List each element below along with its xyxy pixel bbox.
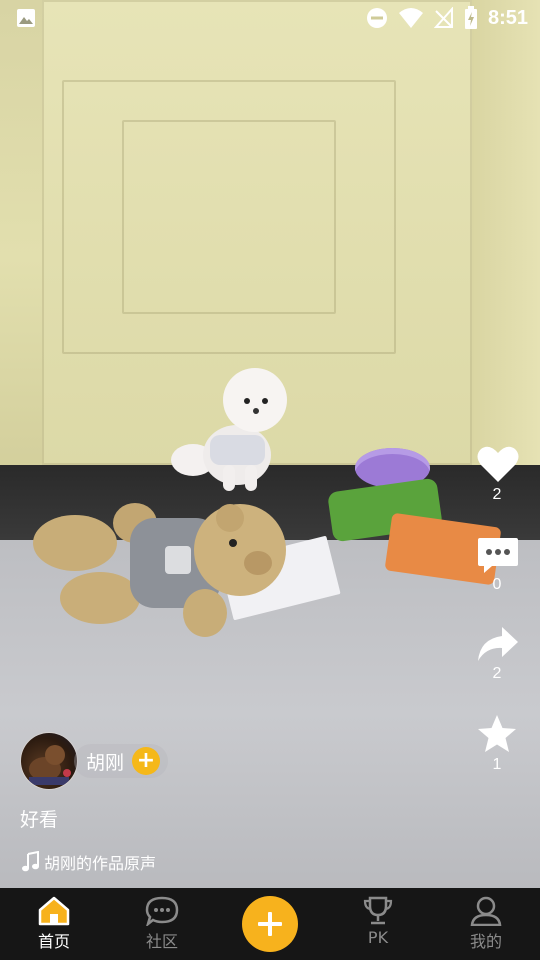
puppy-figure: [171, 368, 287, 491]
plus-icon: [258, 912, 282, 936]
heart-icon: [477, 446, 519, 482]
status-bar: 8:51: [0, 0, 540, 36]
author-name-pill[interactable]: 胡刚 +: [74, 744, 169, 778]
tab-mine-label: 我的: [469, 932, 502, 951]
chat-bubble-icon: [145, 896, 179, 926]
comment-action[interactable]: 0: [476, 536, 518, 594]
music-note-icon: [22, 851, 39, 872]
wifi-icon: [398, 8, 423, 28]
author-info: 胡刚 +: [20, 732, 169, 790]
favorite-action[interactable]: 1: [476, 714, 518, 774]
gallery-notification-icon: [17, 9, 35, 27]
battery-charging-icon: [464, 6, 477, 29]
tab-community[interactable]: 社区: [108, 888, 216, 960]
status-time: 8:51: [487, 6, 528, 29]
video-caption: 好看: [20, 809, 59, 831]
tab-community-label: 社区: [145, 932, 178, 951]
tab-home-label: 首页: [37, 932, 70, 951]
comment-count: 0: [492, 576, 502, 593]
share-action[interactable]: 2: [476, 625, 518, 683]
music-title: 胡刚的作品原声: [44, 854, 157, 873]
music-info[interactable]: 胡刚的作品原声: [20, 850, 156, 874]
avatar-dog-image: [29, 745, 71, 785]
follow-button[interactable]: +: [132, 747, 161, 775]
create-post-button[interactable]: [242, 896, 298, 952]
tab-home[interactable]: 首页: [0, 888, 108, 960]
no-signal-icon: [433, 7, 453, 28]
door-frame: [472, 0, 540, 500]
share-arrow-icon: [478, 627, 518, 661]
like-count: 2: [492, 486, 502, 503]
teddy-bear-figure: [33, 503, 286, 637]
do-not-disturb-icon: [366, 8, 387, 28]
author-name: 胡刚: [86, 751, 125, 774]
person-icon: [470, 896, 502, 926]
home-icon: [38, 896, 70, 926]
favorite-count: 1: [492, 756, 502, 773]
tab-pk-label: PK: [367, 928, 389, 947]
trophy-icon: [363, 896, 393, 925]
comment-icon: [478, 538, 518, 573]
share-count: 2: [492, 665, 502, 682]
star-icon: [478, 715, 516, 752]
like-action[interactable]: 2: [476, 444, 519, 504]
author-avatar[interactable]: [20, 732, 78, 790]
door-inner-panel: [122, 120, 336, 314]
tab-mine[interactable]: 我的: [432, 888, 540, 960]
tab-pk[interactable]: PK: [324, 888, 432, 960]
